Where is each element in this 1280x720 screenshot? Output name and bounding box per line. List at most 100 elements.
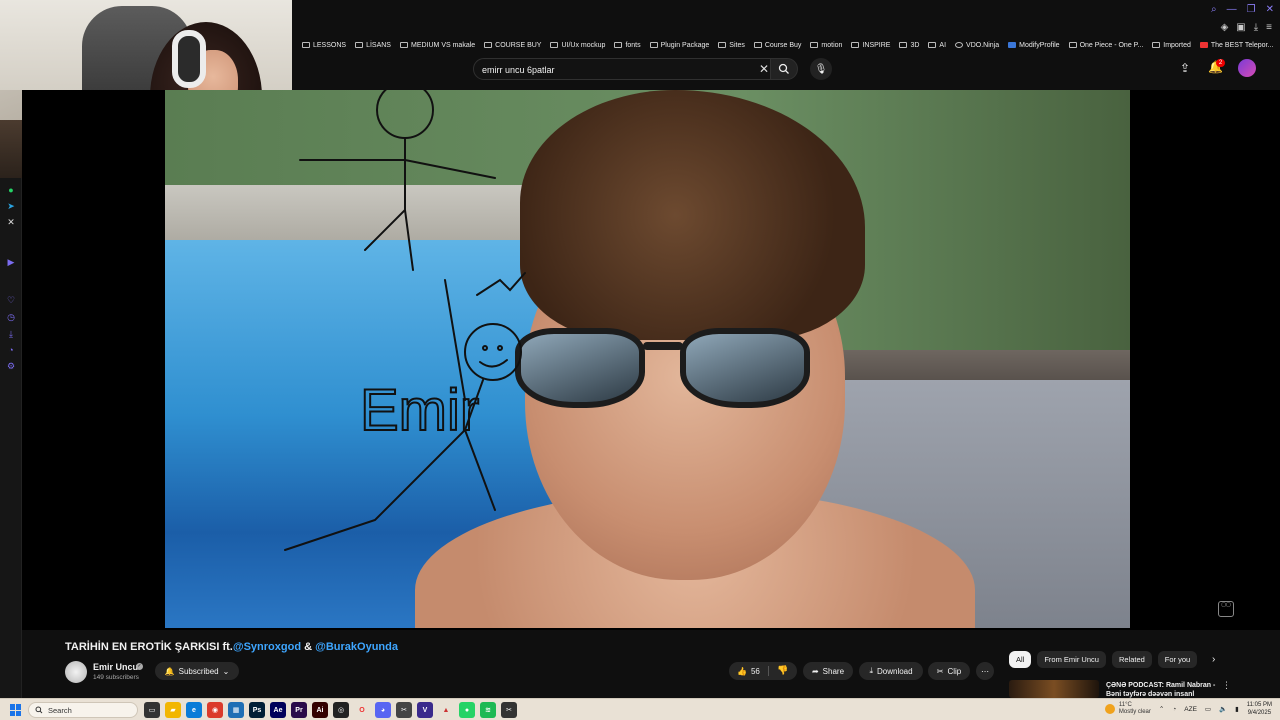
capcut-icon[interactable]: ✂ [501,702,517,718]
search-icon[interactable]: ⌕ [1211,4,1217,15]
network-icon[interactable]: ◔ [1172,706,1176,713]
settings-icon[interactable]: ⚙ [5,360,17,372]
video-frame[interactable]: Emir [165,90,1130,628]
battery-icon[interactable]: ▮ [1235,705,1239,713]
taskbar-search[interactable]: Search [28,702,138,718]
bookmark-item[interactable]: MEDIUM VS makale [399,42,475,49]
premiere-icon[interactable]: Pr [291,702,307,718]
more-vert-icon[interactable]: ⋮ [1222,680,1231,691]
bookmark-item[interactable]: AI [928,42,946,49]
chip-related[interactable]: Related [1111,651,1152,668]
close-icon[interactable]: ✕ [1266,4,1274,15]
notification-badge: 2 [1216,59,1225,67]
download-icon[interactable]: ⤓ [1254,22,1258,33]
obs-icon[interactable]: ◎ [333,702,349,718]
heart-icon[interactable]: ♡ [5,294,17,306]
photoshop-icon[interactable]: Ps [249,702,265,718]
bookmark-item[interactable]: fonts [614,42,641,49]
video-player[interactable]: Emir [22,90,1280,630]
channel-watermark[interactable]: ▢▢ [1218,601,1234,617]
bookmark-item[interactable]: LİSANS [355,42,391,49]
x-icon[interactable]: ✕ [5,216,17,228]
recommended-video-title[interactable]: ÇƏNƏ PODCAST: Ramil Nabran - Bəni təyfər… [1106,681,1216,698]
bookmark-item[interactable]: VDO.Ninja [955,42,999,49]
chip-all[interactable]: All [1009,651,1032,668]
bookmark-item[interactable]: INSPIRE [851,42,890,49]
extension-icons: ◈ ▣ ⤓ ≡ [1221,22,1272,33]
clip-button[interactable]: ✂ Clip [928,662,970,680]
bookmarks-bar: LESSONS LİSANS MEDIUM VS makale COURSE B… [302,38,1273,52]
clock[interactable]: 11:05 PM 9/4/2025 [1247,701,1272,717]
maximize-icon[interactable]: ❐ [1247,4,1256,15]
vpn-icon[interactable]: V [417,702,433,718]
chat-icon[interactable]: ◔ [5,344,17,356]
after-effects-icon[interactable]: Ae [270,702,286,718]
bookmark-item[interactable]: Plugin Package [649,42,709,49]
store-icon[interactable]: ▦ [228,702,244,718]
bookmark-item[interactable]: LESSONS [302,42,346,49]
volume-icon[interactable]: 🔈 [1219,705,1227,713]
share-button[interactable]: ➦ Share [803,662,853,680]
search-icon [778,63,789,74]
voice-search-button[interactable]: 🎙 [810,58,832,80]
task-view-icon[interactable]: ▭ [144,702,160,718]
minimize-icon[interactable]: — [1227,4,1237,15]
folder-icon [649,42,658,48]
app-icon[interactable]: ▲ [438,702,454,718]
capcut-icon[interactable]: ✂ [396,702,412,718]
channel-name[interactable]: Emir Uncu [93,662,138,672]
search-input[interactable] [482,63,742,77]
account-avatar[interactable] [1238,59,1256,77]
history-icon[interactable]: ◷ [5,311,17,323]
search-button[interactable] [770,58,798,80]
spotify-icon[interactable]: ≋ [480,702,496,718]
screenshot-icon[interactable]: ▣ [1236,22,1245,33]
download-icon[interactable]: ⤓ [5,328,17,340]
dislike-button[interactable]: 👎 [777,665,788,676]
bookmark-item[interactable]: ModifyProfile [1008,42,1060,49]
chrome-icon[interactable]: ◉ [207,702,223,718]
chip-from-channel[interactable]: From Emir Uncu [1037,651,1106,668]
bell-icon: 🔔 [164,666,175,676]
folder-icon [399,42,408,48]
mention-link[interactable]: @BurakOyunda [315,641,398,653]
whatsapp-icon[interactable]: ● [459,702,475,718]
file-explorer-icon[interactable]: ▰ [165,702,181,718]
weather-widget[interactable]: 11°C Mostly clear [1104,702,1151,716]
subscribed-button[interactable]: 🔔 Subscribed ⌄ [155,662,239,680]
opera-icon[interactable]: O [354,702,370,718]
mention-link[interactable]: @Synroxgod [233,641,301,653]
menu-icon[interactable]: ≡ [1266,22,1272,33]
language-indicator[interactable]: AZE [1184,706,1197,713]
edge-icon[interactable]: e [186,702,202,718]
windows-start-icon[interactable] [10,704,22,716]
recommended-video-thumbnail[interactable] [1009,680,1099,698]
clear-search-icon[interactable]: ✕ [759,62,769,76]
bookmark-item[interactable]: COURSE BUY [484,42,541,49]
whatsapp-icon[interactable]: ● [5,184,17,196]
bookmark-item[interactable]: The BEST Telepor... [1199,42,1273,49]
chevron-up-icon[interactable]: ⌃ [1159,705,1164,713]
subscriber-count: 149 subscribers [93,674,139,681]
bookmark-item[interactable]: One Piece - One P... [1068,42,1143,49]
bookmark-item[interactable]: motion [810,42,842,49]
play-icon[interactable]: ▶ [5,256,17,268]
discord-icon[interactable]: ◕ [375,702,391,718]
telegram-icon[interactable]: ➤ [5,200,17,212]
channel-avatar[interactable] [65,661,87,683]
chip-for-you[interactable]: For you [1157,651,1198,668]
taskbar: Search ▭ ▰ e ◉ ▦ Ps Ae Pr Ai ◎ O ◕ ✂ V ▲… [0,698,1280,720]
bookmark-item[interactable]: 3D [899,42,919,49]
bookmark-item[interactable]: Sites [718,42,745,49]
extension-icon[interactable]: ◈ [1221,22,1229,33]
chevron-right-icon[interactable]: › [1212,654,1215,665]
display-icon[interactable]: ▭ [1205,705,1211,713]
more-icon: ⋯ [981,666,989,676]
bookmark-item[interactable]: Imported [1152,42,1191,49]
bookmark-item[interactable]: UI/Ux mockup [550,42,605,49]
upload-icon[interactable]: ⇪ [1180,61,1190,75]
more-actions-button[interactable]: ⋯ [976,662,994,680]
download-button[interactable]: ⤓ Download [859,662,923,680]
bookmark-item[interactable]: Course Buy [753,42,801,49]
illustrator-icon[interactable]: Ai [312,702,328,718]
